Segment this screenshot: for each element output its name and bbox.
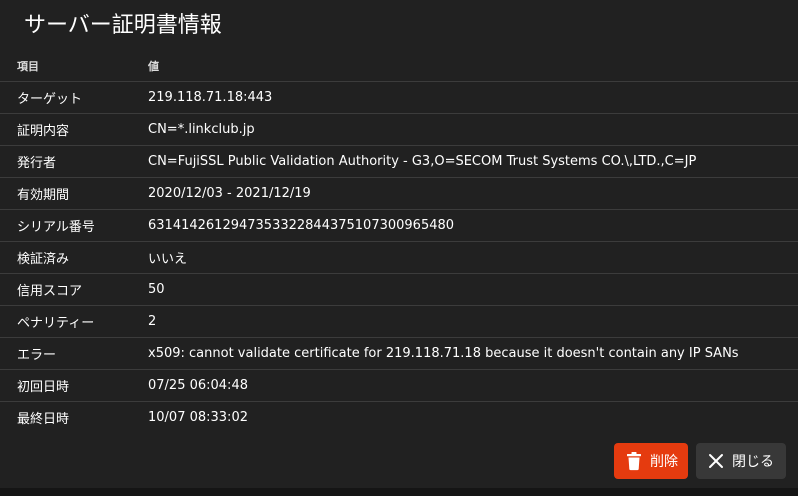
table-row: 証明内容 CN=*.linkclub.jp	[0, 113, 798, 146]
certificate-info-table: 項目 値 ターゲット 219.118.71.18:443 証明内容 CN=*.l…	[0, 50, 798, 433]
trash-icon	[624, 451, 644, 471]
delete-button[interactable]: 削除	[614, 443, 688, 479]
table-row: 有効期間 2020/12/03 - 2021/12/19	[0, 177, 798, 210]
row-label-trust-score: 信用スコア	[0, 273, 146, 306]
row-value-trust-score: 50	[146, 273, 798, 306]
table-row: 発行者 CN=FujiSSL Public Validation Authori…	[0, 145, 798, 178]
table-row: シリアル番号 631414261294735332284437510730096…	[0, 209, 798, 242]
column-header-value: 値	[146, 50, 798, 82]
column-header-item: 項目	[0, 50, 146, 82]
row-value-target: 219.118.71.18:443	[146, 81, 798, 114]
row-label-serial: シリアル番号	[0, 209, 146, 242]
table-row: エラー x509: cannot validate certificate fo…	[0, 337, 798, 370]
row-value-first-seen: 07/25 06:04:48	[146, 369, 798, 402]
table-row: 初回日時 07/25 06:04:48	[0, 369, 798, 402]
row-value-validity: 2020/12/03 - 2021/12/19	[146, 177, 798, 210]
table-header-row: 項目 値	[0, 50, 798, 82]
row-value-verified: いいえ	[146, 241, 798, 274]
table-row: 最終日時 10/07 08:33:02	[0, 402, 798, 434]
table-row: ペナリティー 2	[0, 305, 798, 338]
row-value-subject: CN=*.linkclub.jp	[146, 113, 798, 146]
row-value-error: x509: cannot validate certificate for 21…	[146, 337, 798, 370]
row-label-error: エラー	[0, 337, 146, 370]
table-row: ターゲット 219.118.71.18:443	[0, 81, 798, 114]
row-label-validity: 有効期間	[0, 177, 146, 210]
row-label-last-seen: 最終日時	[17, 412, 70, 427]
close-button-label: 閉じる	[732, 454, 774, 470]
row-value-penalty: 2	[146, 305, 798, 338]
table-row: 信用スコア 50	[0, 273, 798, 306]
row-label-penalty: ペナリティー	[0, 305, 146, 338]
delete-button-label: 削除	[650, 454, 678, 470]
row-label-issuer: 発行者	[0, 145, 146, 178]
row-value-last-seen: 10/07 08:33:02	[148, 410, 248, 425]
row-value-serial: 63141426129473533228443751073009654​80	[146, 209, 798, 242]
row-label-first-seen: 初回日時	[0, 369, 146, 402]
table-row: 検証済み いいえ	[0, 241, 798, 274]
close-icon	[706, 451, 726, 471]
row-label-verified: 検証済み	[0, 241, 146, 274]
row-label-target: ターゲット	[0, 81, 146, 114]
dialog-actions: 削除 閉じる	[614, 443, 786, 479]
row-value-issuer: CN=FujiSSL Public Validation Authority -…	[146, 145, 798, 178]
row-label-subject: 証明内容	[0, 113, 146, 146]
dialog-title: サーバー証明書情報	[24, 13, 222, 38]
certificate-dialog: サーバー証明書情報 項目 値 ターゲット 219.118.71.18:443 証…	[0, 0, 798, 488]
close-button[interactable]: 閉じる	[696, 443, 786, 479]
